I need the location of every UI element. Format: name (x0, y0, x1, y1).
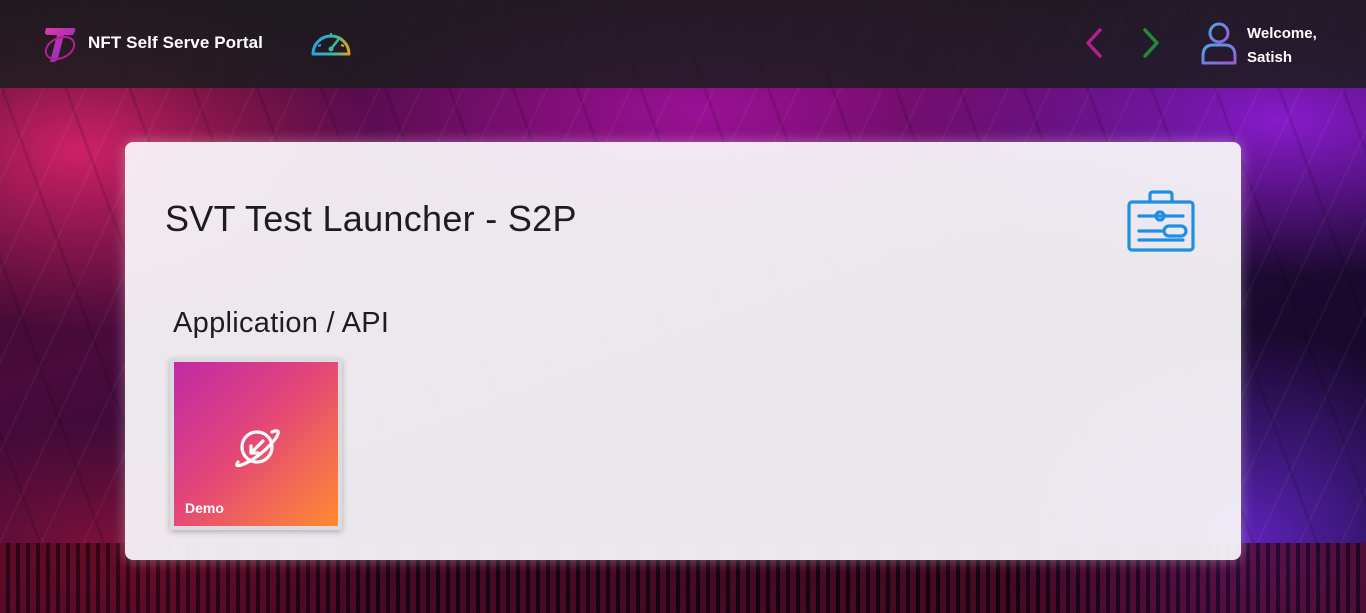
user-name: Satish (1247, 49, 1293, 66)
launcher-panel: SVT Test Launcher - S2P Application / AP… (125, 142, 1241, 560)
app-title: NFT Self Serve Portal (88, 33, 263, 52)
section-title: Application / API (173, 307, 390, 339)
demo-tile[interactable]: Demo (170, 358, 342, 530)
toolbox-icon[interactable] (1126, 188, 1196, 254)
top-bar: NFT Self Serve Portal Welcome, Satish (0, 0, 1366, 88)
user-icon[interactable] (1199, 20, 1239, 66)
welcome-label: Welcome, (1247, 25, 1317, 42)
tile-label: Demo (185, 500, 224, 516)
tile-body[interactable]: Demo (174, 362, 338, 526)
welcome-message: Welcome, Satish (1247, 22, 1317, 70)
planet-arrow-icon (235, 429, 280, 468)
chevron-left-icon[interactable] (1080, 26, 1108, 60)
chevron-right-icon[interactable] (1137, 26, 1165, 60)
speedometer-icon[interactable] (309, 26, 353, 60)
page-title: SVT Test Launcher - S2P (165, 198, 577, 239)
telstra-logo-icon (44, 28, 76, 62)
